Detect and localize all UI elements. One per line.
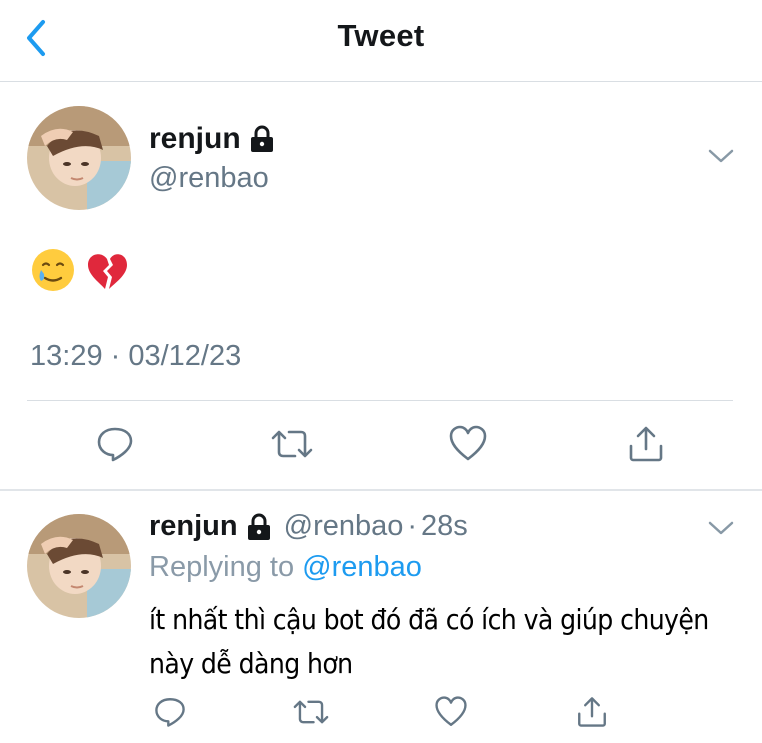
like-button[interactable]	[444, 420, 492, 468]
more-options-button[interactable]	[706, 146, 736, 171]
reply-button[interactable]	[91, 420, 139, 468]
section-divider	[0, 489, 762, 491]
author-handle[interactable]: @renbao	[149, 162, 269, 195]
chevron-down-icon	[708, 149, 734, 163]
heart-icon	[435, 696, 467, 726]
separator-dot: ·	[407, 510, 418, 542]
share-icon	[578, 697, 606, 727]
reply-author-name-text: renjun	[149, 510, 238, 542]
replying-to-label: Replying to	[149, 551, 295, 583]
retweet-icon	[293, 700, 329, 724]
tweet-body	[30, 247, 130, 293]
lock-icon	[247, 513, 270, 540]
divider	[27, 400, 733, 401]
reply-time[interactable]: 28s	[421, 510, 468, 543]
lock-icon	[250, 125, 273, 152]
reply-body-line: này dễ dàng hơn	[149, 647, 353, 680]
reply-retweet-button[interactable]	[289, 690, 333, 734]
reply-like-button[interactable]	[429, 690, 473, 734]
top-bar: Tweet	[0, 0, 762, 82]
reply-share-button[interactable]	[570, 690, 614, 734]
avatar[interactable]	[27, 106, 131, 210]
broken-heart-icon	[88, 254, 127, 289]
retweet-button[interactable]	[268, 420, 316, 468]
reply-icon	[155, 698, 185, 727]
author-name-text: renjun	[149, 122, 241, 155]
replying-to-mention[interactable]: @renbao	[302, 551, 422, 583]
reply-author-handle[interactable]: @renbao	[284, 510, 404, 543]
chevron-down-icon	[708, 521, 734, 535]
heart-icon	[449, 425, 487, 461]
author-name[interactable]: renjun	[149, 122, 275, 156]
smiling-face-with-tear-icon	[32, 249, 74, 291]
tweet-timestamp[interactable]: 13:29 · 03/12/23	[30, 340, 241, 373]
retweet-icon	[271, 430, 313, 458]
share-button[interactable]	[622, 420, 670, 468]
reply-body: ít nhất thì cậu bot đó đã có ích và giúp…	[149, 598, 739, 686]
reply-header: renjun @renbao · 28s	[149, 510, 468, 543]
reply-icon	[97, 427, 133, 462]
reply-body-line: ít nhất thì cậu bot đó đã có ích và giúp…	[149, 603, 709, 636]
share-icon	[629, 426, 663, 462]
replying-to: Replying to @renbao	[149, 551, 422, 584]
reply-author-name[interactable]: renjun	[149, 510, 272, 543]
page-title: Tweet	[337, 18, 425, 53]
reply-reply-button[interactable]	[148, 690, 192, 734]
reply-more-options-button[interactable]	[706, 518, 736, 543]
reply-avatar[interactable]	[27, 514, 131, 618]
